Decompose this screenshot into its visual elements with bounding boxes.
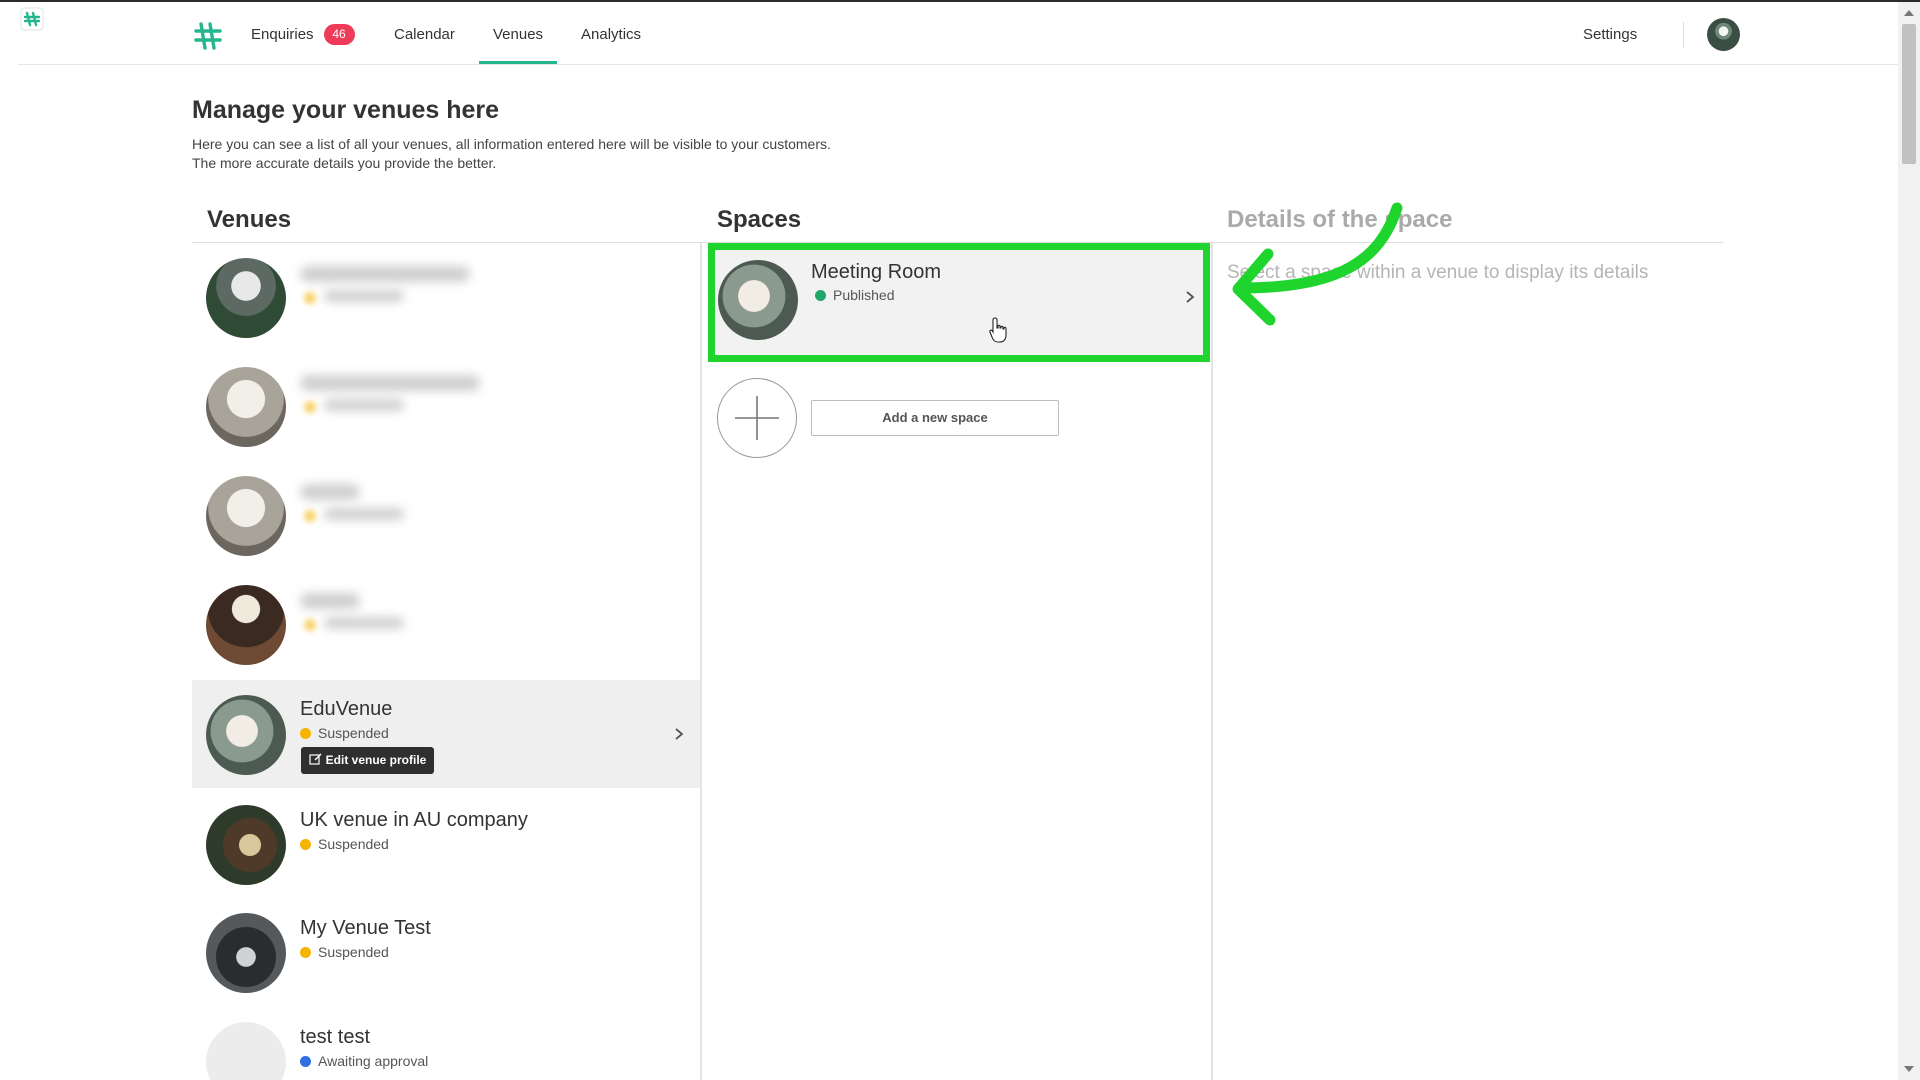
enquiries-count-badge: 46 bbox=[323, 23, 355, 45]
blurred-status-dot bbox=[304, 401, 316, 413]
venue-name: My Venue Test bbox=[300, 917, 431, 939]
venue-status: Awaiting approval bbox=[300, 1053, 428, 1069]
edit-venue-profile-button[interactable]: Edit venue profile bbox=[301, 747, 434, 774]
venue-row-blurred[interactable] bbox=[192, 462, 700, 570]
hand-cursor-icon bbox=[989, 317, 1007, 343]
blurred-venue-status bbox=[324, 508, 404, 520]
annotation-arrow-icon bbox=[1232, 202, 1403, 326]
page-title: Manage your venues here bbox=[192, 96, 500, 124]
vertical-scrollbar[interactable] bbox=[1898, 2, 1920, 1080]
venue-thumbnail bbox=[206, 695, 286, 775]
page-description-line-2: The more accurate details you provide th… bbox=[192, 155, 497, 171]
page: Enquiries 46 Calendar Venues Analytics Se… bbox=[0, 0, 1920, 1080]
nav-venues[interactable]: Venues bbox=[478, 2, 558, 64]
blurred-venue-name bbox=[300, 484, 360, 500]
venue-row-uk-venue[interactable]: UK venue in AU company Suspended bbox=[192, 791, 700, 899]
blurred-status-dot bbox=[304, 619, 316, 631]
top-navbar: Enquiries 46 Calendar Venues Analytics Se… bbox=[18, 2, 1898, 65]
blurred-venue-status bbox=[324, 290, 404, 302]
spaces-column-title: Spaces bbox=[717, 206, 802, 233]
venue-thumbnail bbox=[206, 258, 286, 338]
nav-settings[interactable]: Settings bbox=[1583, 2, 1637, 64]
blurred-venue-name bbox=[300, 593, 360, 609]
blurred-status-dot bbox=[304, 510, 316, 522]
nav-enquiries-label: Enquiries bbox=[251, 26, 314, 43]
user-avatar[interactable] bbox=[1707, 18, 1740, 51]
brand-logo-icon[interactable] bbox=[191, 19, 225, 53]
nav-calendar-label: Calendar bbox=[394, 26, 455, 43]
venue-thumbnail bbox=[206, 1022, 286, 1080]
venue-row-blurred[interactable] bbox=[192, 244, 700, 352]
venue-thumbnail bbox=[206, 367, 286, 447]
nav-enquiries[interactable]: Enquiries 46 bbox=[251, 2, 355, 64]
edit-icon bbox=[309, 753, 322, 765]
venue-thumbnail bbox=[206, 913, 286, 993]
venue-status: Suspended bbox=[300, 725, 389, 741]
venue-status: Suspended bbox=[300, 944, 389, 960]
venue-name: UK venue in AU company bbox=[300, 809, 528, 831]
venue-row-blurred[interactable] bbox=[192, 353, 700, 461]
blurred-venue-status bbox=[324, 399, 404, 411]
nav-analytics[interactable]: Analytics bbox=[581, 2, 641, 64]
nav-venues-label: Venues bbox=[493, 26, 544, 43]
venue-status: Suspended bbox=[300, 836, 389, 852]
venue-thumbnail bbox=[206, 585, 286, 665]
venue-status-label: Suspended bbox=[318, 836, 389, 852]
add-space-plus-icon[interactable] bbox=[717, 378, 797, 458]
column-divider bbox=[1211, 243, 1213, 1080]
venue-row-my-venue-test[interactable]: My Venue Test Suspended bbox=[192, 899, 700, 1007]
venue-row-test-test[interactable]: test test Awaiting approval bbox=[192, 1008, 700, 1080]
venue-row-eduvenue[interactable]: EduVenue Suspended Edit venue profile bbox=[192, 680, 700, 788]
add-new-space-button[interactable]: Add a new space bbox=[811, 400, 1059, 436]
blurred-venue-name bbox=[300, 266, 470, 282]
nav-analytics-label: Analytics bbox=[581, 26, 642, 43]
status-dot bbox=[300, 1056, 311, 1067]
status-dot bbox=[300, 728, 311, 739]
status-dot bbox=[300, 839, 311, 850]
scroll-down-arrow-icon[interactable] bbox=[1904, 1066, 1914, 1072]
nav-settings-label: Settings bbox=[1583, 26, 1638, 43]
nav-calendar[interactable]: Calendar bbox=[394, 2, 455, 64]
venue-name: test test bbox=[300, 1026, 371, 1048]
venue-status-label: Suspended bbox=[318, 725, 389, 741]
venue-thumbnail bbox=[206, 805, 286, 885]
blurred-venue-name bbox=[300, 375, 480, 391]
blurred-status-dot bbox=[304, 292, 316, 304]
venues-column-title: Venues bbox=[207, 206, 292, 233]
edit-venue-profile-label: Edit venue profile bbox=[325, 753, 427, 767]
column-divider bbox=[700, 243, 702, 1080]
blurred-venue-status bbox=[324, 617, 404, 629]
venue-row-blurred[interactable] bbox=[192, 571, 700, 679]
status-dot bbox=[300, 947, 311, 958]
highlight-box bbox=[708, 243, 1210, 362]
chevron-right-icon[interactable] bbox=[672, 727, 686, 741]
nav-divider bbox=[1683, 22, 1684, 48]
plus-icon bbox=[735, 396, 779, 440]
page-description-line-1: Here you can see a list of all your venu… bbox=[192, 136, 831, 152]
scroll-up-arrow-icon[interactable] bbox=[1904, 10, 1914, 16]
venue-status-label: Suspended bbox=[318, 944, 389, 960]
venue-thumbnail bbox=[206, 476, 286, 556]
venue-name: EduVenue bbox=[300, 698, 393, 720]
venue-status-label: Awaiting approval bbox=[318, 1053, 429, 1069]
scroll-thumb[interactable] bbox=[1902, 24, 1916, 164]
